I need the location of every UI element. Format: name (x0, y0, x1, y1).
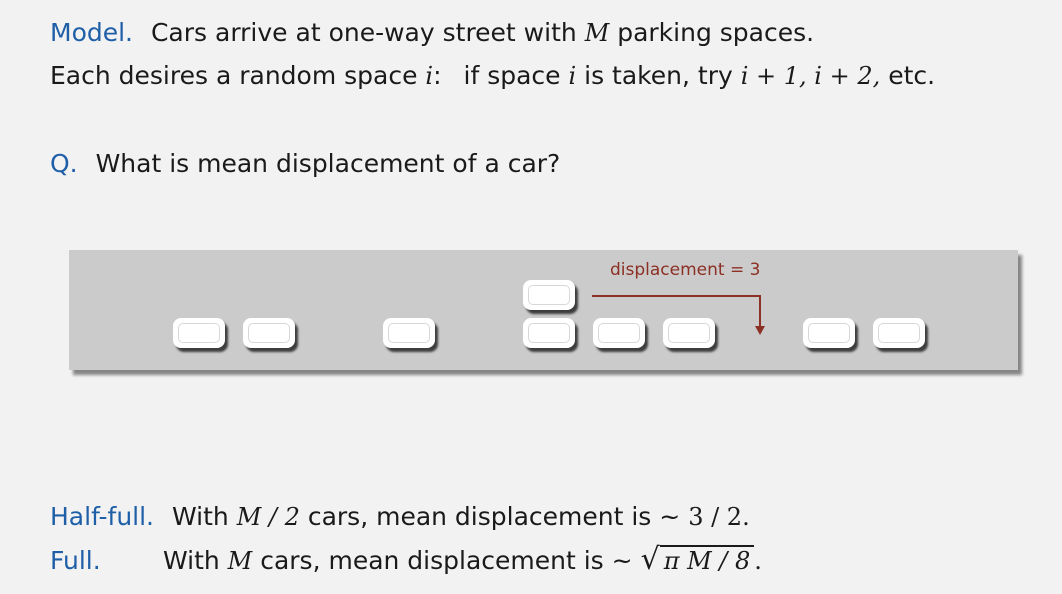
half-full-line: Half-full. With M / 2 cars, mean displac… (50, 502, 750, 532)
car (523, 318, 575, 348)
question-line: Q. What is mean displacement of a car? (50, 149, 560, 179)
full-keyword: Full. (50, 546, 101, 575)
model-line-1: Model. Cars arrive at one-way street wit… (50, 18, 814, 48)
model-math-i-plus: i + 1, i + 2, (740, 62, 881, 90)
sqrt-icon: √ (640, 542, 660, 577)
model-text-2a: Each desires a random space (50, 61, 418, 90)
model-keyword: Model. (50, 18, 134, 47)
model-text-1b: parking spaces. (617, 18, 815, 47)
full-period: . (754, 547, 762, 575)
model-var-i-2: i (568, 62, 577, 90)
model-text-2b: if space (463, 61, 561, 90)
street-diagram (69, 250, 1018, 370)
model-text-2c: is taken, try (584, 61, 733, 90)
full-line: Full. With M cars, mean displacement is … (50, 545, 762, 576)
model-colon: : (433, 61, 442, 90)
car (173, 318, 225, 348)
model-line-2: Each desires a random space i: if space … (50, 61, 935, 91)
full-text-a: With (162, 546, 220, 575)
car-arriving (523, 280, 575, 310)
displacement-arrow-icon (592, 295, 765, 335)
model-text-1a: Cars arrive at one-way street with (150, 18, 577, 47)
half-full-math-b: 3 / 2. (688, 503, 750, 531)
car (873, 318, 925, 348)
half-full-text-b: cars, mean displacement is ~ (307, 502, 681, 531)
full-text-b: cars, mean displacement is ~ (260, 546, 633, 575)
question-text: What is mean displacement of a car? (95, 149, 561, 178)
question-keyword: Q. (50, 149, 78, 178)
model-text-2d: etc. (888, 61, 936, 90)
full-math-a: M (227, 547, 253, 575)
car (243, 318, 295, 348)
model-var-i: i (425, 62, 434, 90)
car (803, 318, 855, 348)
half-full-math-a: M / 2 (236, 503, 300, 531)
full-sqrt-content: π M / 8 (659, 545, 755, 575)
half-full-keyword: Half-full. (50, 502, 155, 531)
half-full-text-a: With (171, 502, 229, 531)
car (383, 318, 435, 348)
displacement-label: displacement = 3 (610, 260, 761, 280)
model-var-m: M (584, 19, 610, 47)
